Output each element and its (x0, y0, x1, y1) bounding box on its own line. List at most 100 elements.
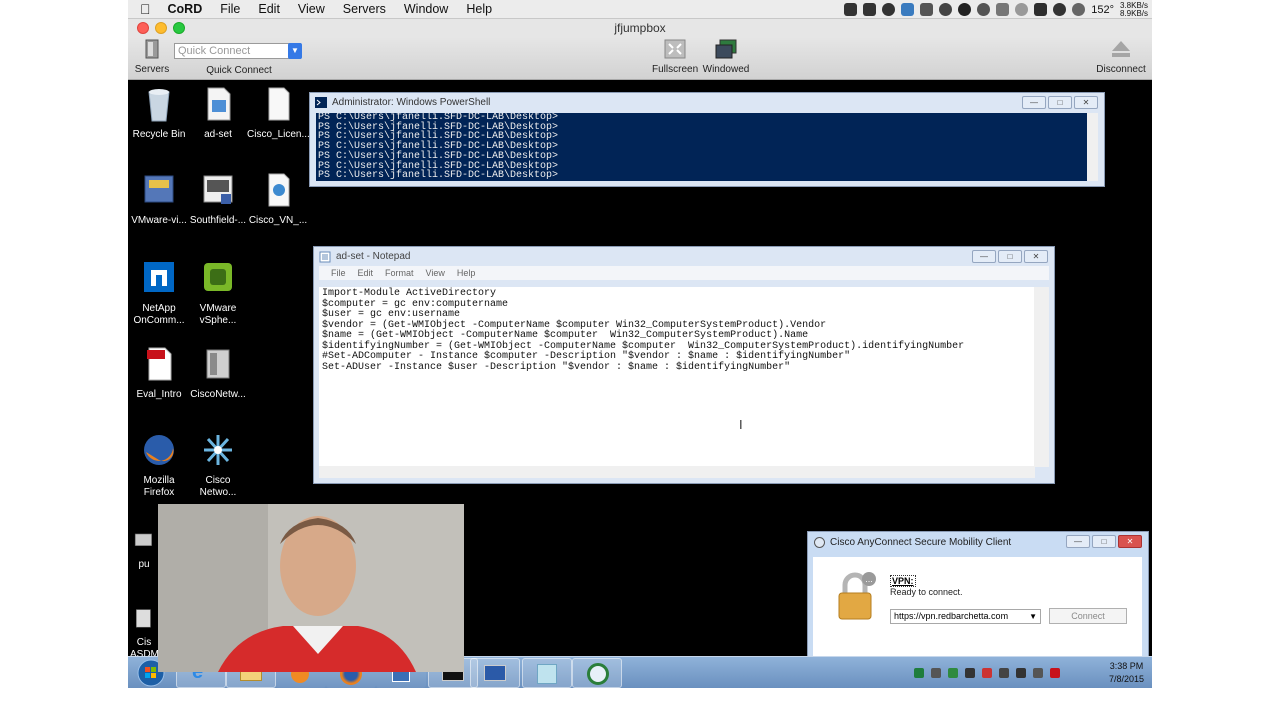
notepad-text-area[interactable]: Import-Module ActiveDirectory $computer … (319, 287, 1035, 467)
device-icon[interactable] (1016, 668, 1026, 678)
cloud-drive-icon[interactable] (1053, 3, 1067, 16)
taskbar-clock[interactable]: 3:38 PM 7/8/2015 (1109, 660, 1144, 686)
chat-icon[interactable] (882, 3, 896, 16)
desktop-icon-cisco-vn[interactable]: Cisco_VN_... (247, 172, 309, 227)
anyconnect-icon (587, 663, 609, 685)
desktop-icon-label: CiscoNetw... (190, 389, 246, 400)
notepad-titlebar[interactable]: ad-set - Notepad — □ ✕ (314, 247, 1054, 266)
evernote-icon[interactable] (844, 3, 858, 16)
security-icon[interactable] (948, 668, 958, 678)
volume-icon[interactable] (1033, 668, 1043, 678)
quick-connect-input[interactable]: Quick Connect (174, 43, 301, 59)
svg-text:...: ... (865, 575, 873, 584)
notepad-menu-help[interactable]: Help (451, 266, 482, 280)
desktop-icon-eval-intro[interactable]: Eval_Intro (128, 346, 190, 401)
action-center-icon[interactable] (982, 668, 992, 678)
putty-icon (134, 533, 152, 546)
close-button[interactable]: ✕ (1074, 96, 1098, 109)
notepad-window[interactable]: ad-set - Notepad — □ ✕ File Edit Format … (313, 246, 1055, 484)
menu-view[interactable]: View (289, 2, 334, 16)
net-down: 8.9KB/s (1119, 8, 1148, 18)
connect-button[interactable]: Connect (1049, 608, 1127, 624)
menu-servers[interactable]: Servers (334, 2, 395, 16)
dropbox-icon[interactable] (1034, 3, 1048, 16)
close-window-button[interactable] (137, 22, 149, 34)
powershell-scrollbar[interactable] (1087, 113, 1098, 181)
menu-window[interactable]: Window (395, 2, 457, 16)
desktop-icon-label: Southfield-... (189, 215, 247, 226)
disconnect-button[interactable]: Disconnect (1094, 39, 1148, 75)
battery-icon[interactable] (931, 668, 941, 678)
desktop-icon-pu[interactable]: pu (130, 530, 158, 571)
menu-edit[interactable]: Edit (249, 2, 289, 16)
minimize-window-button[interactable] (155, 22, 167, 34)
menu-file[interactable]: File (211, 2, 249, 16)
servers-button[interactable]: Servers (134, 39, 170, 75)
taskbar-powershell[interactable] (470, 658, 520, 688)
desktop-icon-cis-asdm[interactable]: Cis ASDM (130, 608, 159, 661)
notepad-vertical-scrollbar[interactable] (1034, 287, 1049, 467)
camera-icon[interactable] (863, 3, 877, 16)
sc-icon[interactable] (901, 3, 915, 16)
presenter-video-frame (158, 504, 464, 672)
minimize-button[interactable]: — (1066, 535, 1090, 548)
desktop-icon-mozilla-firefox[interactable]: Mozilla Firefox (128, 432, 190, 499)
notepad-menu-edit[interactable]: Edit (352, 266, 380, 280)
desktop-icon-vmware-vsphere[interactable]: VMware vSphe... (187, 260, 249, 327)
info-icon[interactable] (958, 3, 972, 16)
powershell-window-controls: — □ ✕ (1022, 96, 1098, 109)
menu-help[interactable]: Help (457, 2, 501, 16)
zoom-window-button[interactable] (173, 22, 185, 34)
notepad-window-controls: — □ ✕ (972, 250, 1048, 263)
cloud-icon[interactable] (996, 3, 1010, 16)
notepad-horizontal-scrollbar[interactable] (319, 466, 1035, 478)
taskbar-anyconnect[interactable] (572, 658, 622, 688)
recycle-bin-icon (148, 89, 170, 122)
desktop-icon-cisco-netwo[interactable]: Cisco Netwo... (187, 432, 249, 499)
maximize-button[interactable]: □ (1092, 535, 1116, 548)
powershell-console[interactable]: PS C:\Users\jfanelli.SFD-DC-LAB\Desktop>… (316, 113, 1088, 181)
quick-connect-dropdown-icon[interactable]: ▼ (288, 43, 302, 59)
desktop-icon-label: pu (138, 559, 150, 570)
apple-menu-icon[interactable]:  (128, 1, 159, 17)
sync-icon[interactable] (1072, 3, 1086, 16)
desktop-icon-ad-set[interactable]: ad-set (187, 86, 249, 141)
desktop-icon-cisco-licen[interactable]: Cisco_Licen... (247, 86, 310, 141)
desktop-icon-vmware-vi[interactable]: VMware-vi... (128, 172, 190, 227)
anyconnect-titlebar[interactable]: Cisco AnyConnect Secure Mobility Client … (808, 532, 1148, 552)
powershell-window[interactable]: Administrator: Windows PowerShell — □ ✕ … (309, 92, 1105, 187)
maximize-button[interactable]: □ (1048, 96, 1072, 109)
gears-icon[interactable] (1015, 3, 1029, 16)
fullscreen-button[interactable]: Fullscreen (652, 39, 698, 75)
display-icon[interactable] (999, 668, 1009, 678)
desktop-icon-cisconetw[interactable]: CiscoNetw... (187, 346, 249, 401)
notepad-menu-file[interactable]: File (325, 266, 352, 280)
desktop-icon-netapp[interactable]: NetApp OnComm... (128, 260, 190, 327)
desktop-icon-label: Recycle Bin (132, 129, 186, 140)
bold-b-icon[interactable] (939, 3, 953, 16)
pdf-tray-icon[interactable] (1050, 668, 1060, 678)
desktop-icon-southfield[interactable]: Southfield-... (187, 172, 249, 227)
maximize-button[interactable]: □ (998, 250, 1022, 263)
network-status-icon[interactable] (914, 668, 924, 678)
circle-icon[interactable] (977, 3, 991, 16)
drive-icon[interactable] (920, 3, 934, 16)
desktop-icon-label: NetApp OnComm... (133, 303, 185, 326)
minimize-button[interactable]: — (1022, 96, 1046, 109)
notepad-icon (319, 251, 331, 263)
windowed-button[interactable]: Windowed (702, 39, 750, 75)
taskbar-notepad[interactable] (522, 658, 572, 688)
cord-window-title: jfjumpbox (128, 19, 1152, 37)
close-button[interactable]: ✕ (1024, 250, 1048, 263)
flag-icon[interactable] (965, 668, 975, 678)
notepad-menu-format[interactable]: Format (379, 266, 420, 280)
app-menu[interactable]: CoRD (159, 2, 212, 16)
desktop-icon-recycle-bin[interactable]: Recycle Bin (128, 86, 190, 141)
notepad-menu-view[interactable]: View (420, 266, 451, 280)
powershell-titlebar[interactable]: Administrator: Windows PowerShell — □ ✕ (310, 93, 1104, 112)
vpn-server-select[interactable]: https://vpn.redbarchetta.com ▼ (890, 609, 1041, 624)
web-file-icon (268, 173, 290, 207)
vpn-status: Ready to connect. (890, 587, 963, 597)
close-button[interactable]: ✕ (1118, 535, 1142, 548)
minimize-button[interactable]: — (972, 250, 996, 263)
